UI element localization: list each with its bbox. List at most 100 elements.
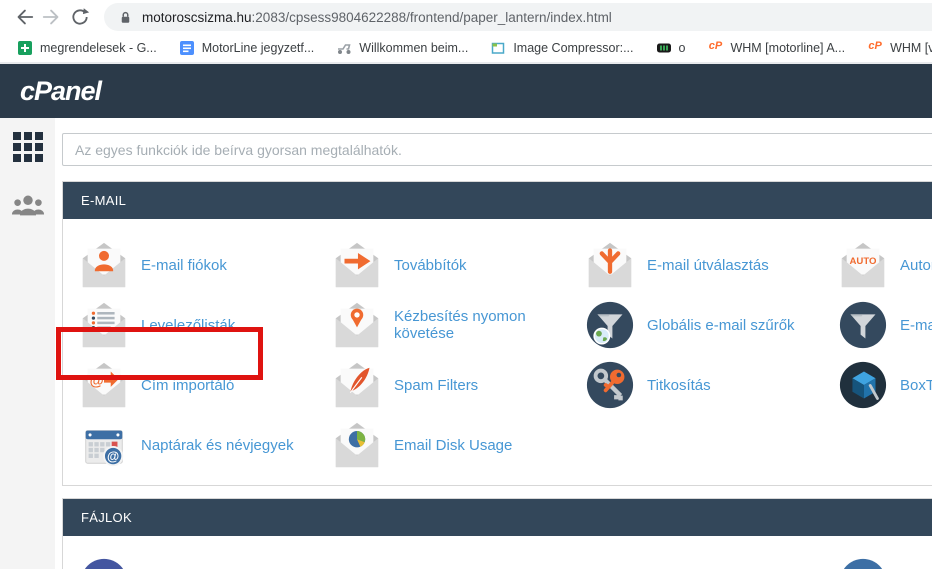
folder-icon <box>585 557 635 569</box>
app-item-label: Naptárak és névjegyek <box>141 437 294 454</box>
cpanel-header: cPanel <box>0 64 932 118</box>
sidebar-apps-button[interactable] <box>13 132 43 167</box>
compressor-icon <box>490 40 506 56</box>
disk-server-icon <box>838 557 888 569</box>
app-item-boxtrapper[interactable]: BoxTra <box>838 355 932 415</box>
envelope-arrow-icon <box>332 240 382 290</box>
app-item-disk-usage[interactable]: Lemez <box>838 552 932 569</box>
app-item-label: E-mail fiókok <box>141 257 227 274</box>
bookmarks-bar: megrendelesek - G... MotorLine jegyzetf.… <box>0 34 932 62</box>
bookmark-label: MotorLine jegyzetf... <box>202 41 315 55</box>
funnel-icon <box>838 300 888 350</box>
app-item-track-delivery[interactable]: Kézbesítés nyomon követése <box>332 295 585 355</box>
main-content: E-MAIL E-mail fiókok Továbbítók E-mail ú… <box>62 118 932 569</box>
scooter-icon <box>336 40 352 56</box>
app-item-address-importer[interactable]: Cím importáló <box>79 355 332 415</box>
app-item-calendars-contacts[interactable]: Naptárak és névjegyek <box>79 415 332 475</box>
app-item-email-disk-usage[interactable]: Email Disk Usage <box>332 415 585 475</box>
calendar-at-icon <box>79 420 129 470</box>
refresh-icon <box>70 7 90 27</box>
forward-button[interactable] <box>38 3 66 31</box>
bookmark-label: Image Compressor:... <box>513 41 633 55</box>
app-item-label: BoxTra <box>900 377 932 394</box>
cpanel-icon: cP <box>707 40 723 56</box>
app-item-label: Autom <box>900 257 932 274</box>
cpanel-icon: cP <box>867 40 883 56</box>
section-files-header[interactable]: FÁJLOK <box>63 499 932 536</box>
url-text: motoroscsizma.hu:2083/cpsess9804622288/f… <box>142 10 612 25</box>
envelope-pie-icon <box>332 420 382 470</box>
bookmark-o[interactable]: o <box>645 40 697 56</box>
bookmark-label: o <box>679 41 686 55</box>
cpanel-logo: cPanel <box>20 76 101 107</box>
app-item-encryption[interactable]: Titkosítás <box>585 355 838 415</box>
sheets-icon <box>17 40 33 56</box>
app-item-global-filters[interactable]: Globális e-mail szűrők <box>585 295 838 355</box>
back-button[interactable] <box>10 3 38 31</box>
app-item-file-manager[interactable]: Fájlkezelő <box>79 552 332 569</box>
envelope-user-icon <box>79 240 129 290</box>
back-arrow-icon <box>13 6 35 28</box>
funnel-globe-icon <box>585 300 635 350</box>
bookmark-image-compressor[interactable]: Image Compressor:... <box>479 40 644 56</box>
envelope-import-icon <box>79 360 129 410</box>
bookmark-label: megrendelesek - G... <box>40 41 157 55</box>
envelope-auto-icon <box>838 240 888 290</box>
refresh-button[interactable] <box>66 3 94 31</box>
bookmark-willkommen[interactable]: Willkommen beim... <box>325 40 479 56</box>
url-path: :2083/cpsess9804622288/frontend/paper_la… <box>252 10 612 25</box>
file-manager-cube-icon <box>79 557 129 569</box>
app-item-label: Titkosítás <box>647 377 711 394</box>
app-item-label: Továbbítók <box>394 257 467 274</box>
padlock-icon <box>118 10 133 25</box>
app-item-label: Globális e-mail szűrők <box>647 317 795 334</box>
images-icon <box>332 557 382 569</box>
bookmark-label: Willkommen beim... <box>359 41 468 55</box>
bookmark-label: WHM [motorline] A... <box>730 41 845 55</box>
bookmark-whm-vpsmotorline[interactable]: cP WHM [vpsmotorli <box>856 40 932 56</box>
browser-chrome: motoroscsizma.hu:2083/cpsess9804622288/f… <box>0 0 932 64</box>
section-files: FÁJLOK Fájlkezelő Képek Könyvtár adatvéd… <box>62 498 932 569</box>
app-item-images[interactable]: Képek <box>332 552 585 569</box>
app-item-label: Spam Filters <box>394 377 478 394</box>
app-item-directory-privacy[interactable]: Könyvtár adatvédelme <box>585 552 838 569</box>
envelope-branch-icon <box>585 240 635 290</box>
bookmark-motorline-jegyzet[interactable]: MotorLine jegyzetf... <box>168 40 326 56</box>
notes-icon <box>179 40 195 56</box>
boxtrapper-cube-icon <box>838 360 888 410</box>
url-domain: motoroscsizma.hu <box>142 10 252 25</box>
app-item-email-accounts[interactable]: E-mail fiókok <box>79 235 332 295</box>
sidebar <box>0 118 55 569</box>
app-item-email-filters[interactable]: E-mail <box>838 295 932 355</box>
sidebar-users-button[interactable] <box>11 193 45 222</box>
users-group-icon <box>11 193 45 217</box>
app-item-spam-filters[interactable]: Spam Filters <box>332 355 585 415</box>
envelope-pin-icon <box>332 300 382 350</box>
app-item-label: Levelezőlisták <box>141 317 235 334</box>
app-item-label: Cím importáló <box>141 377 234 394</box>
section-email: E-MAIL E-mail fiókok Továbbítók E-mail ú… <box>62 181 932 486</box>
section-title: E-MAIL <box>81 193 126 208</box>
envelope-feather-icon <box>332 360 382 410</box>
app-item-label: E-mail <box>900 317 932 334</box>
app-item-autoresponders[interactable]: Autom <box>838 235 932 295</box>
striped-icon <box>656 40 672 56</box>
search-bar <box>62 118 932 166</box>
app-item-label: Email Disk Usage <box>394 437 512 454</box>
section-title: FÁJLOK <box>81 510 132 525</box>
app-item-label: Kézbesítés nyomon követése <box>394 308 585 342</box>
app-item-forwarders[interactable]: Továbbítók <box>332 235 585 295</box>
app-item-mailing-lists[interactable]: Levelezőlisták <box>79 295 332 355</box>
app-item-label: E-mail útválasztás <box>647 257 769 274</box>
address-bar[interactable]: motoroscsizma.hu:2083/cpsess9804622288/f… <box>104 3 932 31</box>
keys-icon <box>585 360 635 410</box>
forward-arrow-icon <box>41 6 63 28</box>
bookmark-megrendelesek[interactable]: megrendelesek - G... <box>6 40 168 56</box>
section-email-header[interactable]: E-MAIL <box>63 182 932 219</box>
search-input[interactable] <box>62 133 932 166</box>
envelope-list-icon <box>79 300 129 350</box>
bookmark-whm-motorline[interactable]: cP WHM [motorline] A... <box>696 40 856 56</box>
apps-grid-icon <box>13 132 43 162</box>
bookmark-label: WHM [vpsmotorli <box>890 41 932 55</box>
app-item-email-routing[interactable]: E-mail útválasztás <box>585 235 838 295</box>
